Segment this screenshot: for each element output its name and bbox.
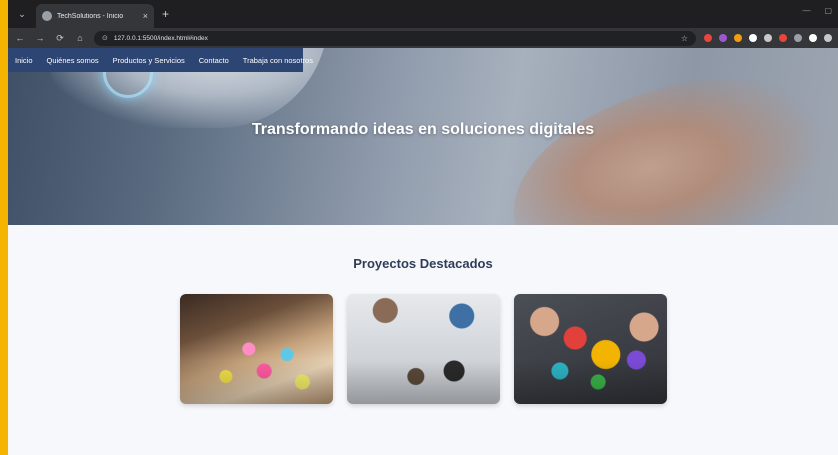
nav-link-quienes-somos[interactable]: Quiénes somos [47,56,99,65]
card-image-overlay [347,294,500,404]
card-image-overlay [180,294,333,404]
nav-link-trabaja-con-nosotros[interactable]: Trabaja con nosotros [243,56,313,65]
reload-icon[interactable]: ⟳ [54,33,66,44]
nav-link-productos-servicios[interactable]: Productos y Servicios [113,56,185,65]
site-info-icon[interactable]: ⊙ [102,34,108,42]
address-bar[interactable]: ⊙ 127.0.0.1:5500/index.html#index ☆ [94,30,696,46]
home-icon[interactable]: ⌂ [74,33,86,43]
minimize-icon[interactable]: — [802,6,810,15]
extension-8-icon[interactable] [809,34,817,42]
tab-title: TechSolutions - Inicio [57,12,124,20]
extension-6-icon[interactable] [779,34,787,42]
nav-link-contacto[interactable]: Contacto [199,56,229,65]
bookmark-star-icon[interactable]: ☆ [681,34,688,43]
card-image-overlay [514,294,667,404]
site-navigation: Inicio Quiénes somos Productos y Servici… [8,48,313,72]
project-card-gears[interactable] [514,294,667,404]
url-text[interactable]: 127.0.0.1:5500/index.html#index [114,35,675,42]
extension-4-icon[interactable] [749,34,757,42]
extension-3-icon[interactable] [734,34,742,42]
back-icon[interactable]: ← [14,33,26,43]
close-tab-icon[interactable]: × [143,11,148,21]
new-tab-button[interactable]: + [162,7,169,21]
tab-strip: ⌄ TechSolutions - Inicio × + — ▢ [8,0,838,28]
extension-5-icon[interactable] [764,34,772,42]
nav-link-inicio[interactable]: Inicio [15,56,33,65]
extensions-bar [704,34,832,42]
browser-window: ⌄ TechSolutions - Inicio × + — ▢ ← → ⟳ ⌂… [8,0,838,455]
hero-title: Transformando ideas en soluciones digita… [251,121,595,138]
tab-search-icon[interactable]: ⌄ [14,6,30,22]
browser-tab[interactable]: TechSolutions - Inicio × [36,4,154,28]
project-card-sticky-notes[interactable] [180,294,333,404]
favicon-icon [42,11,52,21]
projects-heading: Proyectos Destacados [353,256,493,271]
hero-banner: Transformando ideas en soluciones digita… [8,48,838,225]
human-hand-image [493,56,838,225]
maximize-icon[interactable]: ▢ [824,6,832,15]
browser-toolbar: ← → ⟳ ⌂ ⊙ 127.0.0.1:5500/index.html#inde… [8,28,838,48]
extension-9-icon[interactable] [824,34,832,42]
window-controls: — ▢ [802,6,832,15]
extension-7-icon[interactable] [794,34,802,42]
forward-icon[interactable]: → [34,33,46,43]
project-card-team-meeting[interactable] [347,294,500,404]
extension-2-icon[interactable] [719,34,727,42]
extension-1-icon[interactable] [704,34,712,42]
